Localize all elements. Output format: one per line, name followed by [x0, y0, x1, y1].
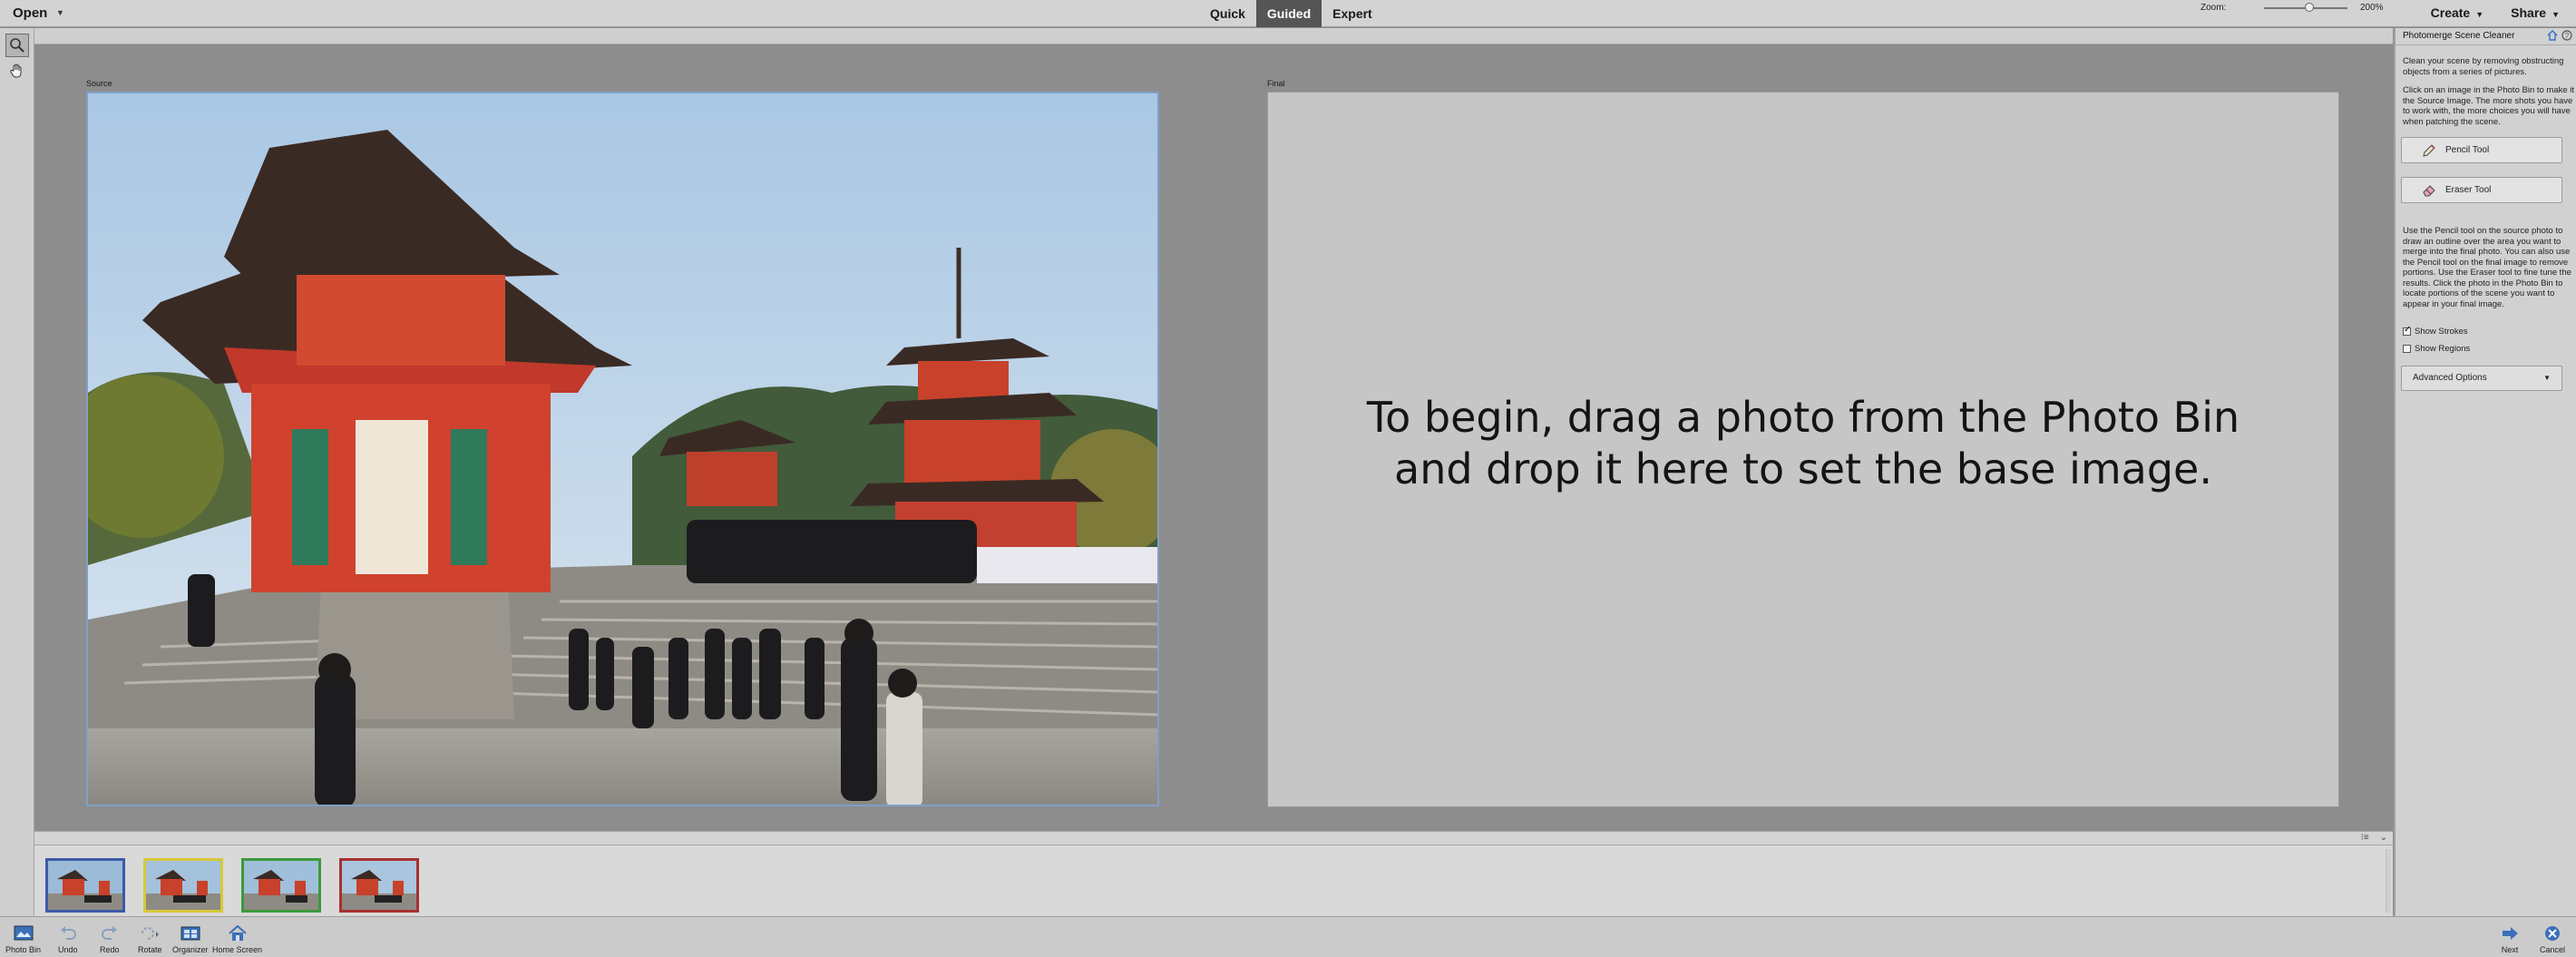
organizer-button[interactable]: Organizer: [172, 922, 209, 954]
top-right-menus: Create ▼ Share ▼: [2431, 5, 2560, 20]
next-label: Next: [2501, 945, 2519, 954]
next-button[interactable]: Next: [2500, 922, 2520, 954]
drop-hint-line-2: and drop it here to set the base image.: [1394, 444, 2212, 493]
advanced-options-toggle[interactable]: Advanced Options ▼: [2401, 366, 2562, 391]
show-regions-option[interactable]: Show Regions: [2403, 344, 2470, 354]
rotate-icon: [141, 927, 160, 940]
show-strokes-label: Show Strokes: [2415, 327, 2468, 337]
guided-panel: Photomerge Scene Cleaner ? Clean your sc…: [2394, 28, 2576, 916]
arrow-right-icon: [2503, 927, 2518, 940]
chevron-down-icon[interactable]: ⌄: [2380, 833, 2387, 843]
photo-bin-label: Photo Bin: [5, 945, 42, 954]
panel-divider: [2395, 44, 2576, 45]
show-regions-label: Show Regions: [2415, 344, 2471, 354]
organizer-label: Organizer: [172, 945, 209, 954]
thumbnail-image: [244, 861, 318, 910]
create-dropdown-icon: ▼: [2475, 10, 2484, 19]
pencil-tool-label: Pencil Tool: [2445, 145, 2490, 155]
show-strokes-option[interactable]: Show Strokes: [2403, 325, 2468, 337]
bin-thumbnail[interactable]: [143, 858, 223, 913]
photo-bin-header: ⁝≡ ⌄: [34, 831, 2393, 845]
organizer-icon: [181, 926, 200, 941]
tool-strip: [0, 28, 34, 916]
thumbnail-image: [146, 861, 220, 910]
tab-guided[interactable]: Guided: [1255, 0, 1322, 27]
usage-text: Use the Pencil tool on the source photo …: [2403, 226, 2571, 309]
home-guide-icon[interactable]: [2547, 30, 2558, 41]
photo-bin-button[interactable]: Photo Bin: [5, 922, 41, 954]
panel-title-icons: ?: [2547, 30, 2572, 41]
source-image[interactable]: [86, 92, 1159, 806]
redo-label: Redo: [100, 945, 120, 954]
panel-title: Photomerge Scene Cleaner: [2403, 31, 2515, 41]
top-bar: Open ▼ Quick Guided Expert Create ▼ Share…: [0, 0, 2576, 27]
tab-expert[interactable]: Expert: [1322, 0, 1383, 27]
final-label: Final: [1267, 79, 1285, 88]
zoom-tool[interactable]: [5, 34, 29, 57]
rotate-button[interactable]: Rotate: [138, 922, 162, 954]
hand-tool[interactable]: [5, 59, 29, 83]
create-label: Create: [2430, 5, 2471, 20]
bin-thumbnail[interactable]: [241, 858, 321, 913]
final-image-dropzone[interactable]: To begin, drag a photo from the Photo Bi…: [1267, 92, 2339, 807]
redo-button[interactable]: Redo: [100, 922, 120, 954]
chevron-down-icon: ▼: [2543, 374, 2551, 382]
drop-hint: To begin, drag a photo from the Photo Bi…: [1268, 392, 2338, 495]
magnifier-icon: [10, 38, 24, 53]
home-screen-button[interactable]: Home Screen: [212, 922, 262, 954]
zoom-slider-thumb[interactable]: [2305, 3, 2314, 12]
cancel-label: Cancel: [2540, 945, 2566, 954]
bin-thumbnail[interactable]: [339, 858, 419, 913]
show-strokes-checkbox[interactable]: [2403, 325, 2411, 336]
share-dropdown-icon: ▼: [2552, 10, 2560, 19]
bin-thumbnail[interactable]: [45, 858, 125, 913]
open-dropdown-icon[interactable]: ▼: [56, 8, 64, 17]
create-menu[interactable]: Create ▼: [2431, 5, 2484, 20]
undo-button[interactable]: Undo: [58, 922, 78, 954]
pencil-icon: [2423, 143, 2435, 157]
eraser-tool-button[interactable]: Eraser Tool: [2401, 177, 2562, 203]
share-menu[interactable]: Share ▼: [2511, 5, 2560, 20]
svg-text:?: ?: [2565, 32, 2570, 40]
redo-icon: [101, 926, 117, 940]
intro-text: Clean your scene by removing obstructing…: [2403, 56, 2564, 77]
zoom-value: 200%: [2360, 3, 2384, 13]
instructions-text: Click on an image in the Photo Bin to ma…: [2403, 85, 2575, 127]
advanced-options-label: Advanced Options: [2413, 373, 2487, 383]
help-icon[interactable]: ?: [2561, 30, 2572, 41]
undo-label: Undo: [58, 945, 78, 954]
pencil-tool-button[interactable]: Pencil Tool: [2401, 137, 2562, 163]
undo-icon: [60, 926, 76, 940]
cancel-icon: [2545, 926, 2560, 941]
home-screen-label: Home Screen: [212, 945, 263, 954]
show-regions-checkbox[interactable]: [2403, 345, 2411, 353]
options-bar: [34, 28, 2393, 44]
bin-options-icon[interactable]: ⁝≡: [2361, 833, 2369, 843]
source-label: Source: [86, 79, 112, 88]
share-label: Share: [2511, 5, 2547, 20]
open-button[interactable]: Open: [13, 5, 47, 21]
photo-bin-scrollbar[interactable]: [2386, 849, 2391, 913]
photo-bin-icon: [14, 925, 34, 941]
home-icon: [228, 924, 247, 941]
rotate-label: Rotate: [138, 945, 162, 954]
temple-photo: [88, 93, 1157, 805]
bottom-taskbar: Photo Bin Undo Redo Rotate Organizer Hom…: [0, 916, 2576, 957]
eraser-tool-label: Eraser Tool: [2445, 185, 2492, 195]
zoom-label: Zoom:: [2200, 3, 2227, 13]
photo-bin: [34, 845, 2393, 916]
cancel-button[interactable]: Cancel: [2540, 922, 2565, 954]
tab-quick[interactable]: Quick: [1199, 0, 1256, 27]
drop-hint-line-1: To begin, drag a photo from the Photo Bi…: [1366, 393, 2240, 442]
thumbnail-image: [342, 861, 416, 910]
eraser-icon: [2423, 184, 2435, 196]
photo-bin-header-icons: ⁝≡ ⌄: [2361, 833, 2387, 843]
hand-icon: [10, 63, 22, 78]
thumbnail-image: [48, 861, 122, 910]
mode-tabs: Quick Guided Expert: [1199, 0, 1383, 27]
